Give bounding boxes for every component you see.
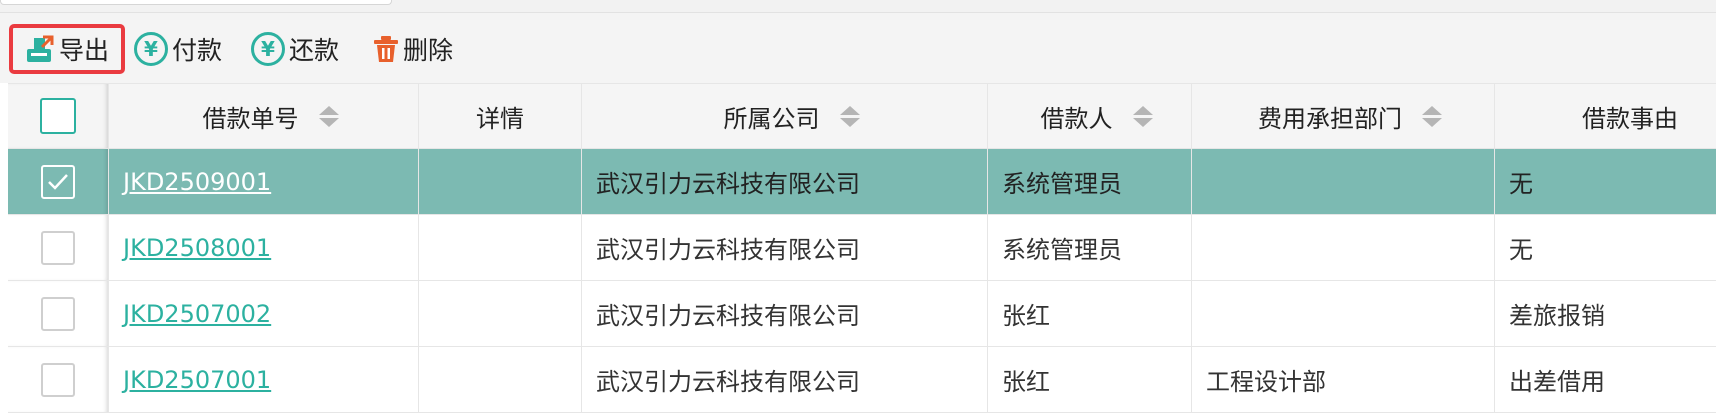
delete-button[interactable]: 删除 bbox=[373, 24, 453, 74]
pay-button[interactable]: ¥ 付款 bbox=[134, 24, 222, 74]
row-checkbox[interactable] bbox=[41, 362, 75, 397]
dept-cell bbox=[1192, 215, 1495, 280]
header-company-label: 所属公司 bbox=[723, 104, 820, 133]
pay-label: 付款 bbox=[172, 36, 223, 65]
export-label: 导出 bbox=[59, 36, 110, 65]
export-icon bbox=[25, 34, 55, 64]
sort-icon[interactable] bbox=[839, 105, 860, 127]
header-borrower[interactable]: 借款人 bbox=[988, 84, 1192, 148]
header-borrower-label: 借款人 bbox=[1040, 104, 1113, 133]
loan-no-link[interactable]: JKD2507001 bbox=[123, 366, 271, 394]
detail-cell bbox=[419, 347, 582, 412]
row-select-cell bbox=[8, 215, 109, 280]
header-dept[interactable]: 费用承担部门 bbox=[1192, 84, 1495, 148]
reason-cell: 无 bbox=[1509, 170, 1533, 198]
sort-icon[interactable] bbox=[1132, 105, 1153, 127]
check-icon bbox=[48, 173, 68, 190]
filter-field-edge[interactable] bbox=[0, 0, 392, 5]
loan-no-cell: JKD2507002 bbox=[109, 281, 419, 346]
header-reason-label: 借款事由 bbox=[1582, 104, 1678, 133]
borrower-cell: 张红 bbox=[988, 281, 1192, 346]
company-cell: 武汉引力云科技有限公司 bbox=[582, 347, 988, 412]
loan-no-link[interactable]: JKD2508001 bbox=[123, 234, 271, 262]
header-loan-no[interactable]: 借款单号 bbox=[109, 84, 419, 148]
delete-label: 删除 bbox=[403, 36, 454, 65]
sort-icon[interactable] bbox=[1422, 105, 1442, 127]
toolbar: 导出 ¥ 付款 ¥ 还款 删除 bbox=[0, 13, 1716, 83]
header-detail-label: 详情 bbox=[476, 104, 524, 133]
borrower-cell: 系统管理员 bbox=[988, 215, 1192, 280]
borrower-cell: 张红 bbox=[988, 347, 1192, 412]
header-select-cell bbox=[8, 84, 109, 148]
select-all-checkbox[interactable] bbox=[40, 98, 76, 134]
borrower-cell: 系统管理员 bbox=[988, 149, 1192, 214]
loan-no-link[interactable]: JKD2509001 bbox=[123, 168, 271, 196]
repay-button[interactable]: ¥ 还款 bbox=[251, 24, 339, 74]
repay-label: 还款 bbox=[289, 36, 340, 65]
top-filter-strip bbox=[0, 0, 1716, 13]
header-reason: 借款事由 bbox=[1495, 84, 1716, 148]
header-loan-no-label: 借款单号 bbox=[202, 104, 299, 133]
loan-no-cell: JKD2509001 bbox=[109, 149, 419, 214]
header-dept-label: 费用承担部门 bbox=[1258, 104, 1402, 133]
yen-icon: ¥ bbox=[134, 32, 168, 66]
row-checkbox[interactable] bbox=[41, 164, 75, 199]
detail-cell bbox=[419, 281, 582, 346]
company-cell: 武汉引力云科技有限公司 bbox=[582, 149, 988, 214]
row-checkbox[interactable] bbox=[41, 296, 75, 331]
loan-no-cell: JKD2507001 bbox=[109, 347, 419, 412]
dept-cell: 工程设计部 bbox=[1192, 347, 1495, 412]
table-header-row: 借款单号 详情 所属公司 借款人 费用承担部门 借款事由 bbox=[8, 83, 1716, 149]
reason-cell: 出差借用 bbox=[1509, 368, 1605, 396]
company-cell: 武汉引力云科技有限公司 bbox=[582, 215, 988, 280]
company-cell: 武汉引力云科技有限公司 bbox=[582, 281, 988, 346]
loan-no-link[interactable]: JKD2507002 bbox=[123, 300, 271, 328]
table-row[interactable]: JKD2507001 武汉引力云科技有限公司 张红 工程设计部 出差借用 bbox=[8, 347, 1716, 413]
detail-cell bbox=[419, 149, 582, 214]
reason-cell: 差旅报销 bbox=[1509, 302, 1605, 330]
row-select-cell bbox=[8, 281, 109, 346]
table-row[interactable]: JKD2507002 武汉引力云科技有限公司 张红 差旅报销 bbox=[8, 281, 1716, 347]
row-checkbox[interactable] bbox=[41, 230, 75, 265]
table-row[interactable]: JKD2508001 武汉引力云科技有限公司 系统管理员 无 bbox=[8, 215, 1716, 281]
header-detail: 详情 bbox=[419, 84, 582, 148]
export-button[interactable]: 导出 bbox=[9, 24, 125, 74]
reason-cell: 无 bbox=[1509, 236, 1533, 264]
detail-cell bbox=[419, 215, 582, 280]
table-row[interactable]: JKD2509001 武汉引力云科技有限公司 系统管理员 无 bbox=[8, 149, 1716, 215]
header-company[interactable]: 所属公司 bbox=[582, 84, 988, 148]
sort-icon[interactable] bbox=[318, 105, 339, 127]
row-select-cell bbox=[8, 347, 109, 412]
loan-no-cell: JKD2508001 bbox=[109, 215, 419, 280]
dept-cell bbox=[1192, 281, 1495, 346]
trash-icon bbox=[373, 35, 399, 63]
yen-icon: ¥ bbox=[251, 32, 285, 66]
dept-cell bbox=[1192, 149, 1495, 214]
row-select-cell bbox=[8, 149, 109, 214]
